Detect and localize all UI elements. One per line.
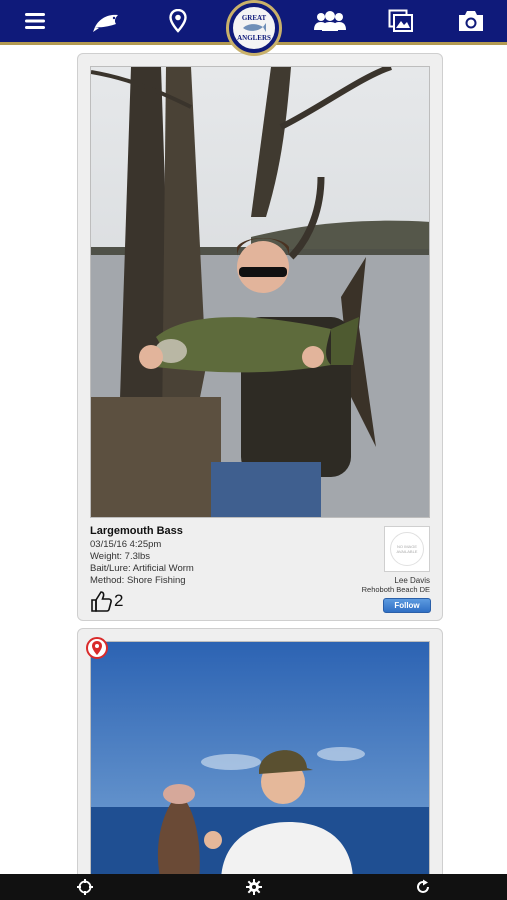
catch-weight: Weight: 7.3lbs: [90, 551, 151, 562]
logo-text-top: GREAT: [241, 14, 267, 22]
logo-fish-icon: [243, 23, 266, 32]
user-location: Rehoboth Beach DE: [361, 585, 430, 594]
catch-bait: Bait/Lure: Artificial Worm: [90, 563, 194, 574]
menu-icon[interactable]: [18, 6, 52, 36]
great-anglers-logo[interactable]: GREAT ANGLERS: [226, 0, 282, 56]
user-avatar[interactable]: NO IMAGE AVAILABLE: [384, 526, 430, 572]
photo-gallery-icon[interactable]: [384, 6, 418, 36]
logo-text-bottom: ANGLERS: [237, 34, 271, 42]
catch-feed[interactable]: Largemouth Bass 03/15/16 4:25pm Weight: …: [0, 48, 507, 874]
follow-button[interactable]: Follow: [383, 598, 431, 613]
catch-post-card[interactable]: Largemouth Bass 03/15/16 4:25pm Weight: …: [77, 53, 443, 621]
location-pin-icon[interactable]: [161, 6, 195, 36]
catch-photo-image: [91, 642, 429, 874]
catch-photo[interactable]: [90, 641, 430, 874]
user-name[interactable]: Lee Davis: [394, 576, 430, 585]
settings-gear-icon[interactable]: [245, 878, 263, 896]
species-name: Largemouth Bass: [90, 525, 183, 537]
catch-post-card[interactable]: [77, 628, 443, 874]
bottom-toolbar: [0, 874, 507, 900]
catch-method: Method: Shore Fishing: [90, 575, 186, 586]
like-count: 2: [114, 591, 124, 610]
group-icon[interactable]: [312, 6, 348, 36]
like-button[interactable]: 2: [90, 590, 123, 612]
location-marker-icon[interactable]: [86, 637, 108, 659]
recenter-icon[interactable]: [76, 878, 94, 896]
thumbs-up-icon: [91, 591, 112, 612]
fish-icon[interactable]: [90, 6, 124, 36]
catch-photo[interactable]: [90, 66, 430, 518]
catch-photo-image: [91, 67, 429, 517]
catch-date: 03/15/16 4:25pm: [90, 539, 162, 550]
avatar-placeholder: NO IMAGE AVAILABLE: [390, 532, 424, 566]
refresh-icon[interactable]: [414, 878, 432, 896]
camera-icon[interactable]: [454, 6, 488, 36]
